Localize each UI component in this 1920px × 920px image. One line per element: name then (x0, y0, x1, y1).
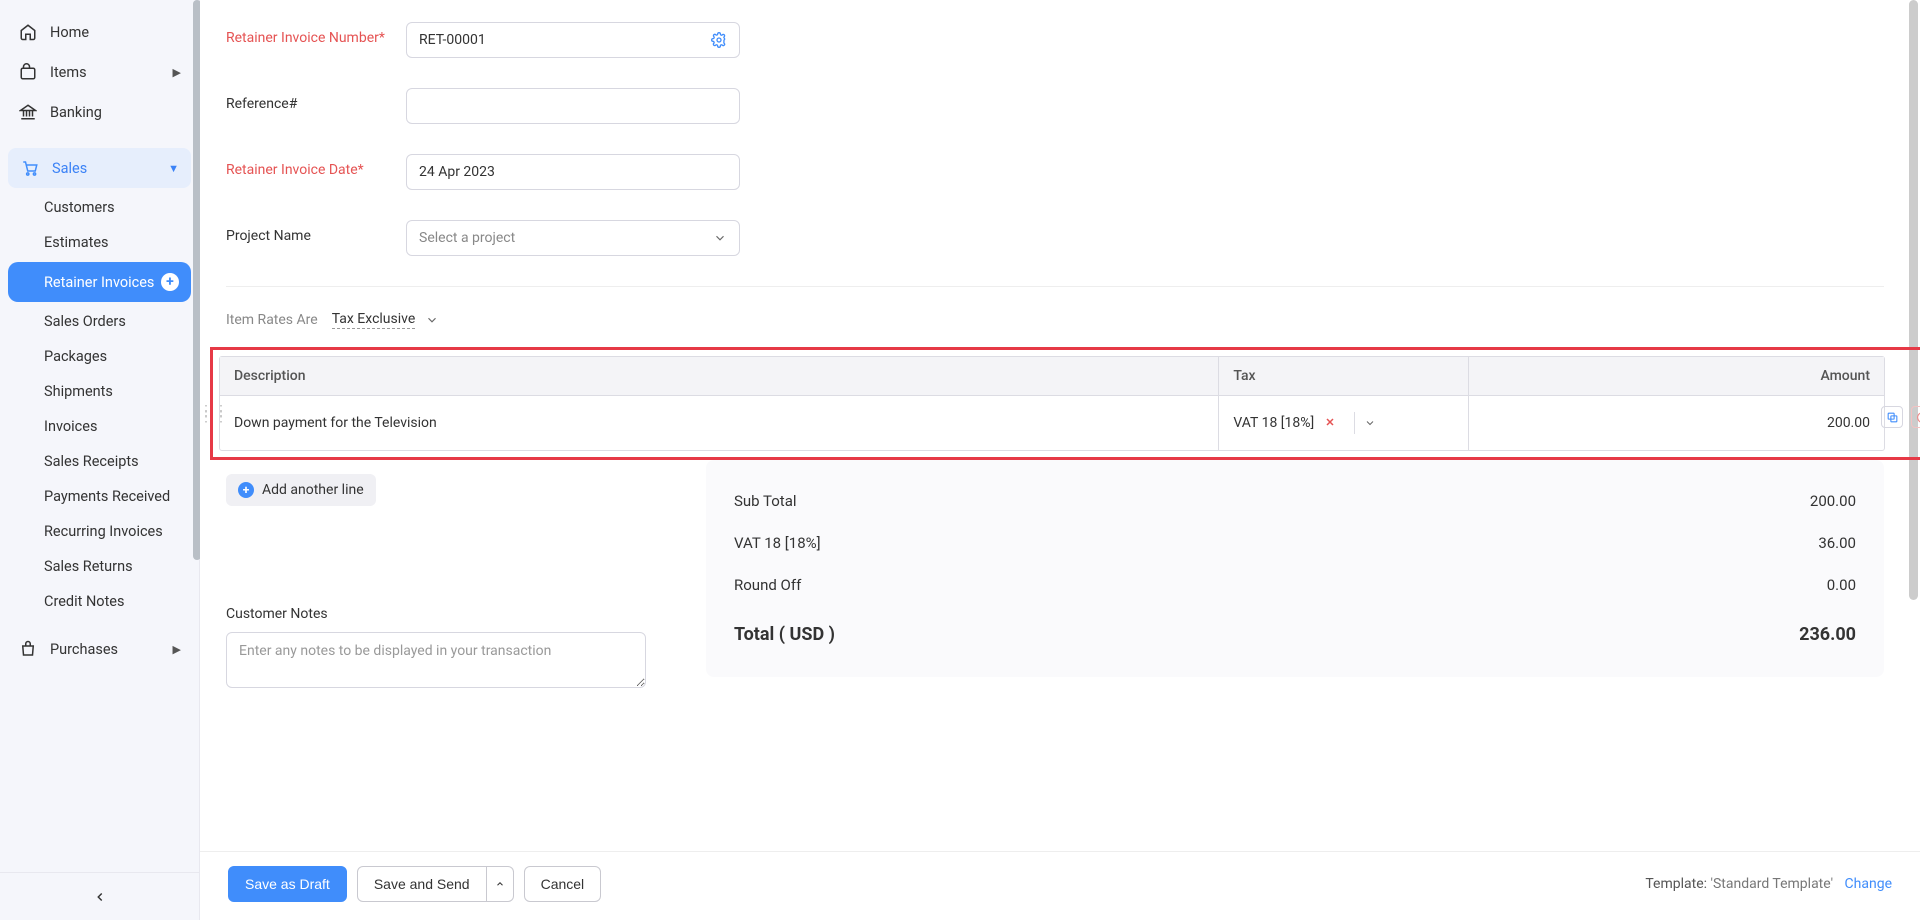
sidebar-item-recurring-invoices[interactable]: Recurring Invoices (0, 514, 199, 549)
nav-sales[interactable]: Sales ▼ (8, 148, 191, 188)
sidebar-item-retainer-invoices[interactable]: Retainer Invoices + (8, 262, 191, 302)
customer-notes-textarea[interactable] (226, 632, 646, 688)
totals-panel: Sub Total 200.00 VAT 18 [18%] 36.00 Roun… (706, 460, 1884, 677)
nav-home-label: Home (50, 24, 89, 41)
chevron-down-icon: ▼ (168, 162, 179, 175)
save-send-dropdown[interactable] (487, 866, 514, 902)
invoice-number-label: Retainer Invoice Number* (226, 22, 406, 46)
tax-dropdown-icon[interactable] (1354, 412, 1376, 434)
chevron-right-icon: ▶ (173, 66, 181, 79)
nav-banking[interactable]: Banking (0, 92, 199, 132)
chevron-down-icon[interactable] (425, 313, 439, 327)
sidebar-item-shipments[interactable]: Shipments (0, 374, 199, 409)
plus-icon: + (238, 482, 254, 498)
invoice-date-label: Retainer Invoice Date* (226, 154, 406, 178)
copy-row-button[interactable] (1881, 406, 1903, 428)
sidebar-item-invoices[interactable]: Invoices (0, 409, 199, 444)
total-label: Total ( USD ) (734, 624, 835, 645)
row-tax: VAT 18 [18%] (1233, 415, 1314, 431)
row-tax-cell[interactable]: VAT 18 [18%] (1218, 396, 1468, 450)
save-send-split-button: Save and Send (357, 866, 514, 902)
add-line-button[interactable]: + Add another line (226, 474, 376, 506)
invoice-date-input[interactable]: 24 Apr 2023 (406, 154, 740, 190)
bag-icon (18, 62, 38, 82)
main-scrollbar-thumb[interactable] (1909, 0, 1918, 600)
copy-icon (1886, 411, 1899, 424)
sidebar-item-sales-receipts[interactable]: Sales Receipts (0, 444, 199, 479)
row-description: Down payment for the Television (234, 415, 437, 431)
add-line-label: Add another line (262, 482, 364, 498)
main-content: Retainer Invoice Number* RET-00001 Refer… (200, 0, 1920, 920)
cart-icon (20, 158, 40, 178)
customer-notes-label: Customer Notes (226, 606, 666, 622)
nav-banking-label: Banking (50, 104, 102, 121)
roundoff-label: Round Off (734, 576, 801, 594)
chevron-right-icon: ▶ (173, 643, 181, 656)
drag-handle-icon[interactable]: ⋮⋮⋮⋮ (200, 408, 229, 420)
main-scrollbar-track[interactable] (1908, 0, 1918, 920)
items-table: Description Tax Amount Down payment for … (219, 356, 1885, 451)
nav-items-label: Items (50, 64, 87, 81)
col-amount: Amount (1468, 357, 1884, 396)
table-row: Down payment for the Television VAT 18 [… (220, 396, 1884, 450)
vat-label: VAT 18 [18%] (734, 534, 821, 552)
chevron-left-icon (93, 890, 107, 904)
nav-items[interactable]: Items ▶ (0, 52, 199, 92)
divider (226, 286, 1884, 287)
chevron-down-icon (713, 231, 727, 245)
vat-value: 36.00 (1818, 534, 1856, 552)
subtotal-value: 200.00 (1810, 492, 1856, 510)
sidebar-item-sales-returns[interactable]: Sales Returns (0, 549, 199, 584)
sidebar-item-estimates[interactable]: Estimates (0, 225, 199, 260)
sidebar-item-packages[interactable]: Packages (0, 339, 199, 374)
delete-row-button[interactable] (1911, 406, 1920, 428)
total-value: 236.00 (1799, 624, 1856, 645)
add-retainer-invoice-icon[interactable]: + (161, 273, 179, 291)
clear-tax-icon[interactable] (1324, 416, 1338, 430)
col-tax: Tax (1218, 357, 1468, 396)
sidebar-item-sales-orders[interactable]: Sales Orders (0, 304, 199, 339)
home-icon (18, 22, 38, 42)
template-label: Template: (1645, 876, 1710, 892)
row-amount-cell[interactable]: 200.00 (1468, 396, 1884, 450)
cancel-button[interactable]: Cancel (524, 866, 602, 902)
item-rates-value[interactable]: Tax Exclusive (332, 311, 416, 329)
basket-icon (18, 639, 38, 659)
change-template-link[interactable]: Change (1845, 876, 1892, 892)
gear-icon[interactable] (711, 32, 727, 48)
nav-purchases-label: Purchases (50, 641, 118, 658)
items-table-highlight: ⋮⋮⋮⋮ Description Tax Amount Down payment… (210, 347, 1920, 460)
col-description: Description (220, 357, 1218, 396)
row-amount: 200.00 (1827, 415, 1870, 431)
delete-icon (1916, 411, 1920, 424)
bank-icon (18, 102, 38, 122)
sidebar-item-payments-received[interactable]: Payments Received (0, 479, 199, 514)
subtotal-label: Sub Total (734, 492, 797, 510)
project-select[interactable]: Select a project (406, 220, 740, 256)
sidebar-collapse-button[interactable] (0, 872, 199, 920)
reference-label: Reference# (226, 88, 406, 112)
nav-home[interactable]: Home (0, 12, 199, 52)
sidebar-item-label: Retainer Invoices (44, 274, 154, 291)
caret-up-icon (495, 879, 505, 889)
sidebar-item-credit-notes[interactable]: Credit Notes (0, 584, 199, 619)
template-name: 'Standard Template' (1711, 876, 1834, 892)
item-rates-label: Item Rates Are (226, 312, 318, 328)
invoice-number-value: RET-00001 (419, 32, 486, 48)
save-draft-button[interactable]: Save as Draft (228, 866, 347, 902)
row-description-cell[interactable]: Down payment for the Television (220, 396, 1218, 450)
invoice-number-input[interactable]: RET-00001 (406, 22, 740, 58)
project-placeholder: Select a project (419, 230, 515, 246)
roundoff-value: 0.00 (1827, 576, 1856, 594)
reference-input[interactable] (406, 88, 740, 124)
footer: Save as Draft Save and Send Cancel Templ… (200, 851, 1920, 920)
invoice-date-value: 24 Apr 2023 (419, 164, 495, 180)
project-label: Project Name (226, 220, 406, 244)
nav-sales-label: Sales (52, 160, 87, 177)
save-send-button[interactable]: Save and Send (357, 866, 487, 902)
nav-purchases[interactable]: Purchases ▶ (0, 629, 199, 669)
sidebar: Home Items ▶ Banking Sales (0, 0, 200, 920)
sidebar-item-customers[interactable]: Customers (0, 190, 199, 225)
